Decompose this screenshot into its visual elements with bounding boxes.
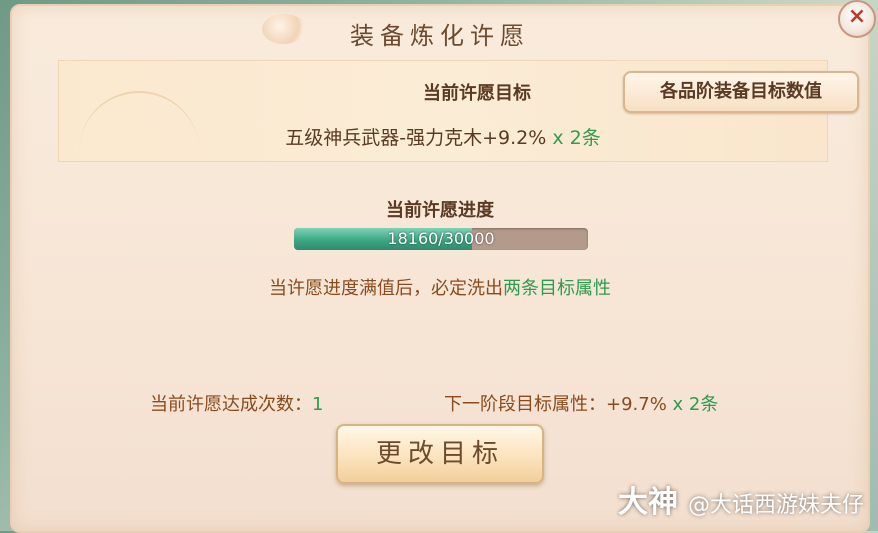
next-value: +9.7% [606,394,667,415]
watermark-handle: @大话西游妹夫仔 [687,493,864,518]
target-heading: 当前许愿目标 [423,83,531,104]
target-line: 五级神兵武器-强力克木+9.2% x 2条 [59,123,827,150]
close-icon[interactable]: × [838,0,876,38]
progress-hint: 当许愿进度满值后，必定洗出两条目标属性 [12,274,868,300]
achieved-label: 当前许愿达成次数： [150,394,312,415]
next-quantity: x 2条 [666,394,719,415]
progress-heading: 当前许愿进度 [386,200,494,221]
target-section: 当前许愿目标 各品阶装备目标数值 五级神兵武器-强力克木+9.2% x 2条 [58,60,859,162]
target-item-text: 五级神兵武器-强力克木+9.2% [285,127,547,149]
hint-highlight: 两条目标属性 [503,278,611,299]
watermark: 大神 @大话西游妹夫仔 [618,477,864,521]
progress-text: 18160/30000 [387,229,495,248]
wish-dialog: 装备炼化许愿 × 当前许愿目标 各品阶装备目标数值 五级神兵武器-强力克木+9.… [10,0,876,533]
watermark-brand: 大神 [617,485,678,520]
achieved-count: 当前许愿达成次数：1 [150,390,323,416]
grade-values-button[interactable]: 各品阶装备目标数值 [623,71,859,113]
achieved-value: 1 [312,394,324,415]
target-quantity: x 2条 [546,127,601,149]
next-label: 下一阶段目标属性： [444,394,606,415]
change-target-button[interactable]: 更改目标 [336,424,544,484]
hint-prefix: 当许愿进度满值后，必定洗出 [269,278,503,299]
wish-progress-bar: 18160/30000 [294,228,588,250]
dialog-title: 装备炼化许愿 [350,22,530,50]
next-target: 下一阶段目标属性：+9.7% x 2条 [444,390,718,416]
